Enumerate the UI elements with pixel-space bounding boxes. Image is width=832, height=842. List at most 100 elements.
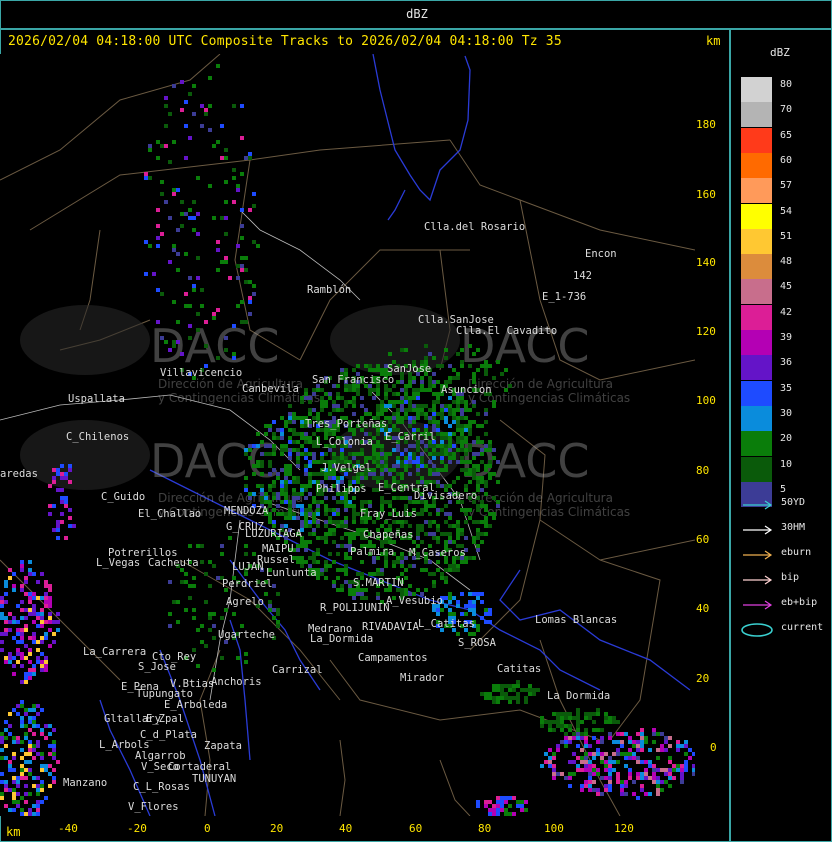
legend-swatch bbox=[741, 304, 772, 330]
place-label: Uspallata bbox=[68, 393, 125, 405]
place-label: RIVADAVIA bbox=[362, 621, 420, 633]
track-label: current bbox=[781, 622, 824, 633]
legend-level-label: 65 bbox=[780, 129, 793, 141]
place-label: Philipps bbox=[316, 483, 367, 495]
place-label: Tres_Porteñas bbox=[305, 418, 387, 430]
unit-label-bottom: km bbox=[6, 825, 21, 839]
track-legend-item: 50YD bbox=[741, 497, 831, 511]
legend-title: dBZ bbox=[770, 46, 790, 59]
place-label: Mirador bbox=[400, 672, 444, 684]
x-tick-label: 20 bbox=[270, 822, 284, 835]
legend-level-label: 36 bbox=[780, 357, 793, 369]
place-label: L_Colonia bbox=[316, 436, 373, 448]
legend-swatch bbox=[741, 77, 772, 102]
watermark-line1-4: Dirección de Agricultura bbox=[468, 491, 613, 505]
place-label: Perdriel bbox=[222, 578, 273, 590]
place-label: San Francisco bbox=[312, 374, 394, 386]
legend-swatch bbox=[741, 279, 772, 305]
legend-swatch bbox=[741, 405, 772, 431]
legend-level-label: 30 bbox=[780, 407, 793, 419]
place-label: LUZURIAGA bbox=[245, 528, 303, 540]
place-label: Canbevila bbox=[242, 383, 299, 395]
title-bar: dBZ bbox=[0, 0, 832, 30]
place-label: La_Dormida bbox=[310, 633, 373, 645]
place-label: Ugarteche bbox=[218, 629, 275, 641]
place-label: Lomas Blancas bbox=[535, 614, 617, 626]
legend-level-label: 39 bbox=[780, 332, 793, 343]
legend-swatch bbox=[741, 152, 772, 178]
place-label: Divisadero bbox=[414, 490, 477, 502]
track-legend-item: eburn bbox=[741, 547, 831, 561]
legend-level-label: 42 bbox=[780, 306, 793, 318]
place-label: Cortaderal bbox=[168, 761, 231, 773]
track-legend-item: 30HM bbox=[741, 522, 831, 536]
place-label: Manzano bbox=[63, 777, 107, 789]
place-label: C_Guido bbox=[101, 491, 145, 503]
place-label: Lunlunta bbox=[266, 567, 317, 579]
legend-swatch bbox=[741, 380, 772, 406]
y-tick-label: 20 bbox=[696, 672, 710, 685]
y-tick-label: 120 bbox=[696, 325, 716, 338]
unit-label-top: km bbox=[706, 34, 721, 48]
place-label: M_Caseros bbox=[409, 547, 466, 559]
place-label: LUJAN bbox=[232, 561, 264, 573]
place-label: S_ROSA bbox=[458, 637, 497, 649]
y-tick-label: 160 bbox=[696, 188, 716, 201]
place-label: 142 bbox=[573, 270, 592, 282]
place-label: El_Challao bbox=[138, 508, 201, 520]
legend-swatch bbox=[741, 203, 772, 229]
watermark-brand-1: DACC bbox=[150, 319, 280, 373]
x-tick-label: 40 bbox=[339, 822, 353, 835]
legend-swatch bbox=[741, 102, 772, 128]
place-label: Asuncion bbox=[441, 384, 492, 396]
legend-level-label: 5 bbox=[780, 483, 787, 495]
place-label: Agrelo bbox=[226, 596, 264, 608]
place-label: A_Vesubio bbox=[386, 595, 443, 607]
x-tick-label: 60 bbox=[409, 822, 423, 835]
x-tick-label: 100 bbox=[544, 822, 564, 835]
y-tick-label: 100 bbox=[696, 394, 716, 407]
legend-level-label: 80 bbox=[780, 79, 793, 90]
y-tick-label: 180 bbox=[696, 118, 716, 131]
place-label: S_Jose bbox=[138, 661, 176, 673]
legend-level-label: 51 bbox=[780, 230, 793, 242]
legend-level-label: 48 bbox=[780, 256, 793, 268]
place-label: La Dormida bbox=[547, 690, 610, 702]
place-label: E_1-736 bbox=[542, 291, 586, 303]
legend-swatch bbox=[741, 254, 772, 280]
place-label: L_Catitas bbox=[418, 618, 475, 630]
place-label: Anchoris bbox=[211, 676, 262, 688]
place-label: R_POLIJUNIN bbox=[320, 602, 390, 614]
place-label: MENDOZA bbox=[224, 505, 269, 517]
track-label: eb+bip bbox=[781, 597, 818, 608]
place-label: TUNUYAN bbox=[192, 773, 236, 785]
place-label: L_Vegas bbox=[96, 557, 140, 569]
radar-map[interactable]: DACC Dirección de Agricultura y Continge… bbox=[0, 54, 695, 816]
track-label: eburn bbox=[781, 547, 812, 558]
place-label: aredas bbox=[0, 468, 38, 480]
place-label: J.Velgel bbox=[321, 462, 372, 474]
track-legend-item: current bbox=[741, 622, 831, 637]
legend-level-label: 60 bbox=[780, 154, 793, 166]
place-label: C_L_Rosas bbox=[133, 781, 190, 793]
arrow-icon bbox=[743, 600, 773, 610]
x-tick-label: -20 bbox=[127, 822, 147, 835]
place-label: Chapeñas bbox=[363, 529, 414, 541]
place-label: Fray_Luis bbox=[360, 508, 417, 520]
legend-level-label: 10 bbox=[780, 458, 793, 470]
x-tick-label: 0 bbox=[204, 822, 211, 835]
legend-level-label: 45 bbox=[780, 281, 793, 293]
x-tick-label: 80 bbox=[478, 822, 492, 835]
track-legend-item: eb+bip bbox=[741, 597, 831, 611]
place-label: E_Carril bbox=[385, 431, 436, 443]
place-label: Campamentos bbox=[358, 652, 428, 664]
y-tick-label: 60 bbox=[696, 533, 710, 546]
place-label: Villavicencio bbox=[160, 367, 242, 379]
place-label: Clla.El Cavadito bbox=[456, 325, 557, 337]
track-label: 30HM bbox=[781, 522, 806, 533]
place-label: Zapata bbox=[204, 740, 242, 752]
place-label: Carrizal bbox=[272, 664, 323, 676]
track-label: bip bbox=[781, 572, 800, 583]
y-tick-label: 0 bbox=[710, 741, 717, 754]
place-label: Encon bbox=[585, 248, 617, 260]
